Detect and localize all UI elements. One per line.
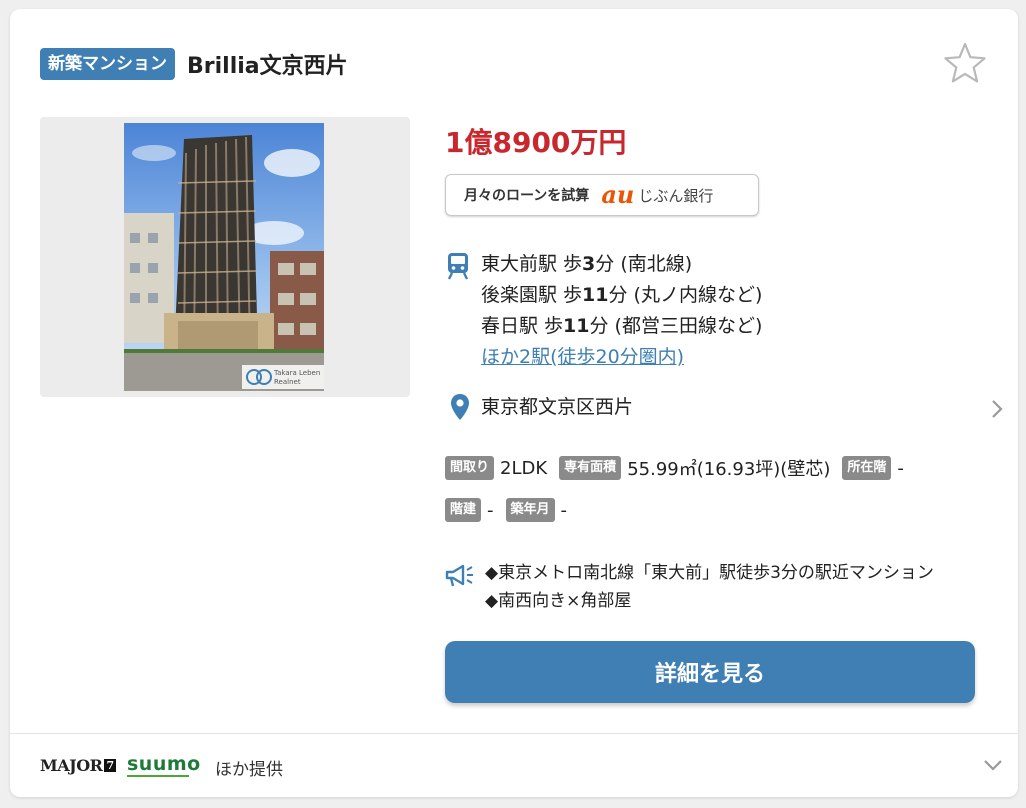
property-title[interactable]: Brillia文京西片 — [187, 48, 348, 80]
built-date-tag: 築年月 — [505, 498, 555, 522]
station-item: 後楽園駅 歩11分 (丸ノ内線など) — [481, 284, 763, 306]
loan-label: 月々のローンを試算 — [464, 188, 590, 204]
madori-tag: 間取り — [445, 456, 495, 480]
property-photo-frame[interactable]: Takara Leben Realnet — [40, 117, 410, 397]
floor-tag: 所在階 — [842, 456, 892, 480]
pr-line: ◆南西向き×角部屋 — [485, 591, 632, 611]
other-stations-link[interactable]: ほか2駅(徒歩20分圏内) — [481, 346, 684, 368]
pr-text: ◆東京メトロ南北線「東大前」駅徒歩3分の駅近マンション ◆南西向き×角部屋 — [485, 559, 934, 615]
map-pin-icon — [451, 394, 469, 420]
building-photo[interactable]: Takara Leben Realnet — [124, 123, 324, 391]
spec-row-1: 間取り 2LDK 専有面積 55.99㎡(16.93坪)(壁芯) 所在階 - — [445, 455, 916, 481]
pr-line: ◆東京メトロ南北線「東大前」駅徒歩3分の駅近マンション — [485, 563, 934, 583]
provider-footer[interactable]: MAJOR 7 suumo ほか提供 — [10, 733, 1018, 797]
area-tag: 専有面積 — [559, 456, 622, 480]
suumo-logo: suumo — [127, 753, 201, 777]
madori-value: 2LDK — [500, 457, 548, 479]
au-logo: au — [601, 180, 635, 209]
megaphone-icon — [445, 564, 473, 587]
levels-value: - — [487, 499, 494, 521]
other-providers-text: ほか提供 — [215, 760, 283, 780]
chevron-right-icon[interactable] — [988, 397, 1006, 421]
new-construction-badge: 新築マンション — [40, 48, 175, 80]
bank-name: じぶん銀行 — [638, 186, 714, 205]
photo-credit-line2: Realnet — [274, 378, 301, 386]
photo-credit-line1: Takara Leben — [273, 369, 320, 377]
built-date-value: - — [560, 499, 568, 521]
levels-tag: 階建 — [445, 498, 482, 522]
station-item: 東大前駅 歩3分 (南北線) — [481, 253, 693, 275]
train-icon — [447, 253, 469, 280]
area-value: 55.99㎡(16.93坪)(壁芯) — [627, 459, 831, 480]
card-header: 新築マンション Brillia文京西片 — [40, 47, 348, 81]
property-card: 新築マンション Brillia文京西片 Takara Leben Realnet… — [10, 9, 1018, 797]
major7-logo: MAJOR 7 — [40, 756, 116, 775]
station-list: 東大前駅 歩3分 (南北線) 後楽園駅 歩11分 (丸ノ内線など) 春日駅 歩1… — [481, 249, 941, 373]
favorite-button[interactable] — [942, 41, 988, 87]
floor-value: - — [897, 457, 904, 479]
station-item: 春日駅 歩11分 (都営三田線など) — [481, 315, 763, 337]
address-text: 東京都文京区西片 — [481, 396, 634, 418]
star-outline-icon — [944, 42, 986, 83]
loan-simulation-button[interactable]: 月々のローンを試算 au じぶん銀行 — [445, 174, 759, 216]
view-details-button[interactable]: 詳細を見る — [445, 641, 975, 703]
chevron-down-icon[interactable] — [982, 756, 1004, 774]
spec-row-2: 階建 - 築年月 - — [445, 498, 579, 522]
price: 1億8900万円 — [445, 126, 627, 159]
